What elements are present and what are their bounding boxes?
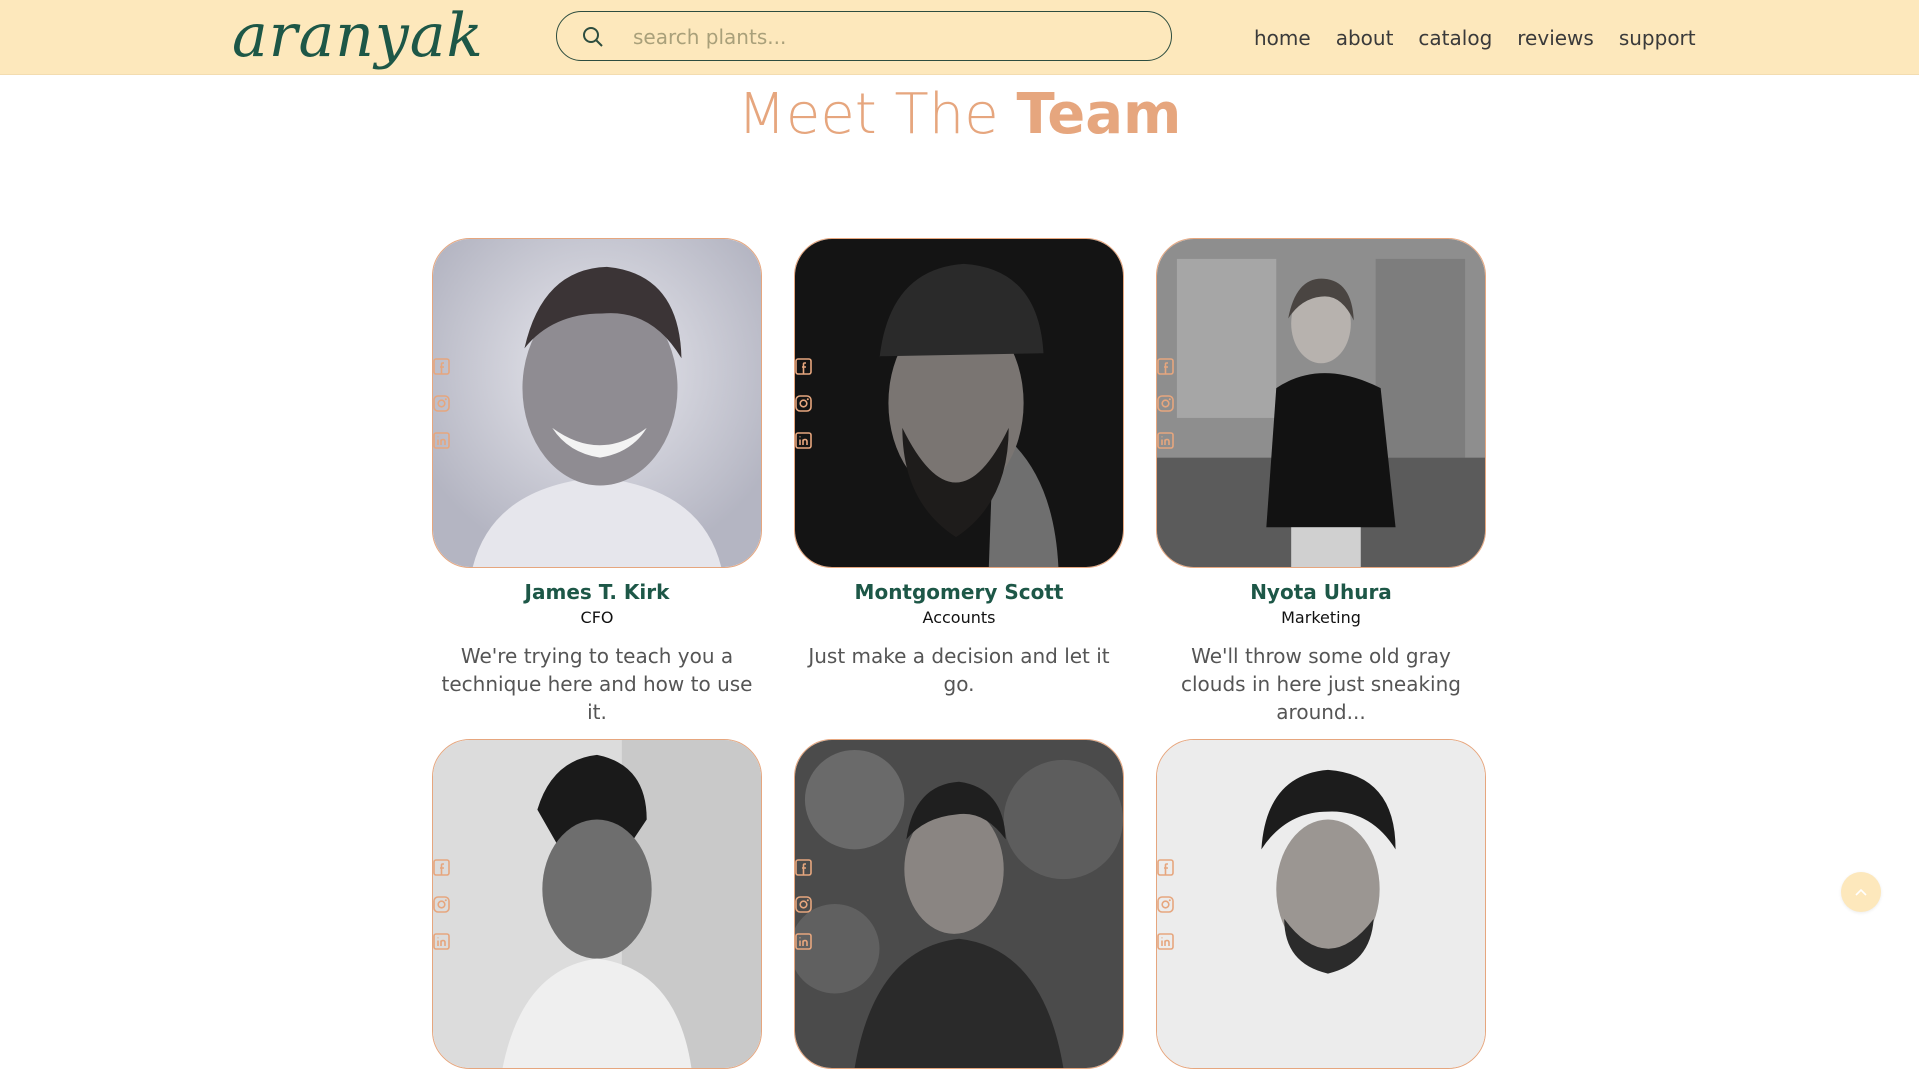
team-card-1: James T. Kirk CFO We're trying to teach … [432, 238, 762, 726]
nav-link-reviews[interactable]: reviews [1517, 22, 1594, 54]
linkedin-icon[interactable] [433, 933, 450, 950]
portrait-image [433, 740, 761, 1068]
search-bar [556, 11, 1172, 61]
member-role: Marketing [1281, 608, 1361, 627]
linkedin-icon[interactable] [1157, 933, 1174, 950]
linkedin-icon[interactable] [795, 432, 812, 449]
portrait-image [433, 239, 761, 567]
team-card-3: Nyota Uhura Marketing We'll throw some o… [1156, 238, 1486, 726]
member-quote: We're trying to teach you a technique he… [441, 644, 753, 724]
search-icon[interactable] [581, 25, 605, 49]
social-links [795, 358, 812, 449]
social-links [433, 358, 450, 449]
navbar: aranyak home about catalog reviews suppo… [0, 0, 1919, 75]
team-card-4 [432, 739, 762, 1081]
nav-link-home[interactable]: home [1254, 22, 1311, 54]
linkedin-icon[interactable] [433, 432, 450, 449]
instagram-icon[interactable] [795, 395, 812, 412]
nav-link-about[interactable]: about [1336, 22, 1394, 54]
nav-link-catalog[interactable]: catalog [1418, 22, 1492, 54]
chevron-up-icon [1855, 888, 1867, 896]
section-title: Meet The Team [0, 78, 1919, 152]
team-photo [794, 739, 1124, 1069]
social-links [433, 859, 450, 950]
section-title-light: Meet The [737, 82, 1017, 147]
facebook-icon[interactable] [1157, 859, 1174, 876]
instagram-icon[interactable] [433, 896, 450, 913]
brand-logo[interactable]: aranyak [232, 0, 484, 76]
team-photo [794, 238, 1124, 568]
linkedin-icon[interactable] [1157, 432, 1174, 449]
portrait-image [1157, 239, 1485, 567]
facebook-icon[interactable] [795, 358, 812, 375]
member-quote: We'll throw some old gray clouds in here… [1181, 644, 1461, 724]
portrait-image [1157, 740, 1485, 1068]
member-name: James T. Kirk [524, 580, 670, 604]
team-card-5 [794, 739, 1124, 1081]
portrait-image [795, 239, 1123, 567]
team-photo [1156, 739, 1486, 1069]
instagram-icon[interactable] [1157, 395, 1174, 412]
facebook-icon[interactable] [795, 859, 812, 876]
member-role: Accounts [922, 608, 996, 627]
linkedin-icon[interactable] [795, 933, 812, 950]
facebook-icon[interactable] [433, 358, 450, 375]
team-photo [432, 739, 762, 1069]
nav-links: home about catalog reviews support [1254, 22, 1696, 54]
member-name: Montgomery Scott [854, 580, 1064, 604]
nav-link-support[interactable]: support [1619, 22, 1696, 54]
instagram-icon[interactable] [1157, 896, 1174, 913]
social-links [795, 859, 812, 950]
search-input[interactable] [631, 20, 1155, 54]
scroll-to-top-button[interactable] [1841, 872, 1881, 912]
member-role: CFO [580, 608, 614, 627]
facebook-icon[interactable] [433, 859, 450, 876]
instagram-icon[interactable] [795, 896, 812, 913]
portrait-image [795, 740, 1123, 1068]
member-name: Nyota Uhura [1250, 580, 1392, 604]
facebook-icon[interactable] [1157, 358, 1174, 375]
section-title-bold: Team [1016, 82, 1182, 147]
team-card-6 [1156, 739, 1486, 1081]
team-photo [432, 238, 762, 568]
team-card-2: Montgomery Scott Accounts Just make a de… [794, 238, 1124, 698]
member-quote: Just make a decision and let it go. [808, 644, 1110, 696]
instagram-icon[interactable] [433, 395, 450, 412]
social-links [1157, 859, 1174, 950]
team-photo [1156, 238, 1486, 568]
social-links [1157, 358, 1174, 449]
